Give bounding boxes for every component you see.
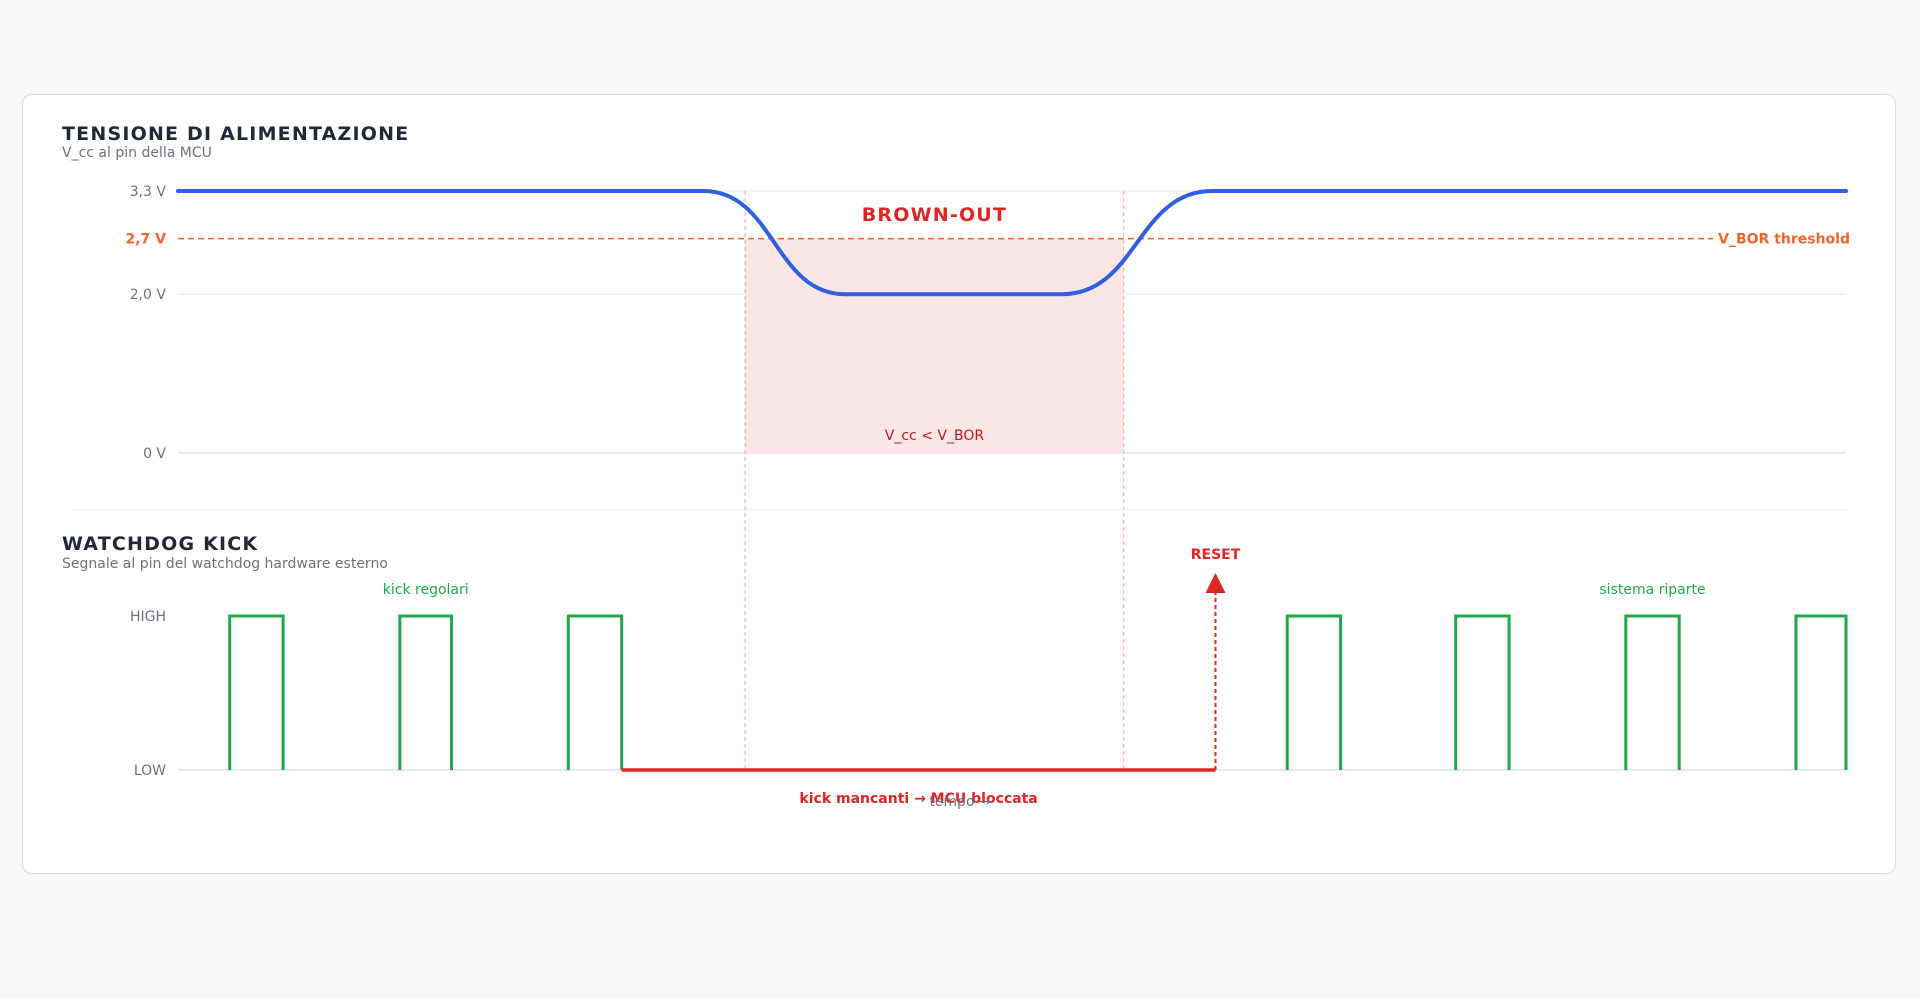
chart-card: TENSIONE DI ALIMENTAZIONE V_cc al pin de… [22, 94, 1896, 874]
brown-out-zone [745, 238, 1124, 453]
kick-pulse [228, 614, 285, 770]
kick-pulse [398, 614, 454, 770]
kick-pulse [566, 614, 624, 770]
watchdog-panel-subtitle: Segnale al pin del watchdog hardware est… [62, 556, 388, 572]
missing-kicks-label: kick mancanti → MCU bloccata [799, 791, 1037, 807]
voltage-plot: V_BOR threshold 3,3 V 2,0 V 0 V 2,7 V BROWN-O… [125, 184, 1850, 770]
kick-pulse [1454, 614, 1511, 770]
voltage-panel-title: TENSIONE DI ALIMENTAZIONE [62, 123, 409, 145]
timing-diagram: TENSIONE DI ALIMENTAZIONE V_cc al pin de… [62, 123, 1850, 810]
watchdog-tick-high: HIGH [130, 609, 166, 625]
kick-pulse [1794, 614, 1848, 770]
voltage-tick-label: 3,3 V [130, 184, 167, 200]
watchdog-tick-low: LOW [134, 763, 166, 779]
watchdog-panel-title: WATCHDOG KICK [62, 533, 258, 555]
kick-pulse [1624, 614, 1681, 770]
kick-pulse [1285, 614, 1343, 770]
system-restart-annotation: sistema riparte [1599, 582, 1705, 598]
threshold-label: V_BOR threshold [1718, 232, 1850, 248]
brown-out-label: BROWN-OUT [862, 204, 1007, 226]
brown-out-sublabel: V_cc < V_BOR [885, 428, 985, 444]
watchdog-plot: HIGH LOW kick mancanti → MCU bloccata RESET… [130, 547, 1848, 807]
x-axis-label: tempo → [929, 794, 991, 810]
threshold-tick-label: 2,7 V [125, 232, 166, 248]
voltage-tick-label: 2,0 V [130, 287, 167, 303]
reset-label: RESET [1191, 547, 1241, 563]
voltage-panel-subtitle: V_cc al pin della MCU [62, 145, 212, 161]
kick-regular-annotation: kick regolari [383, 582, 469, 598]
voltage-tick-label: 0 V [143, 446, 166, 462]
